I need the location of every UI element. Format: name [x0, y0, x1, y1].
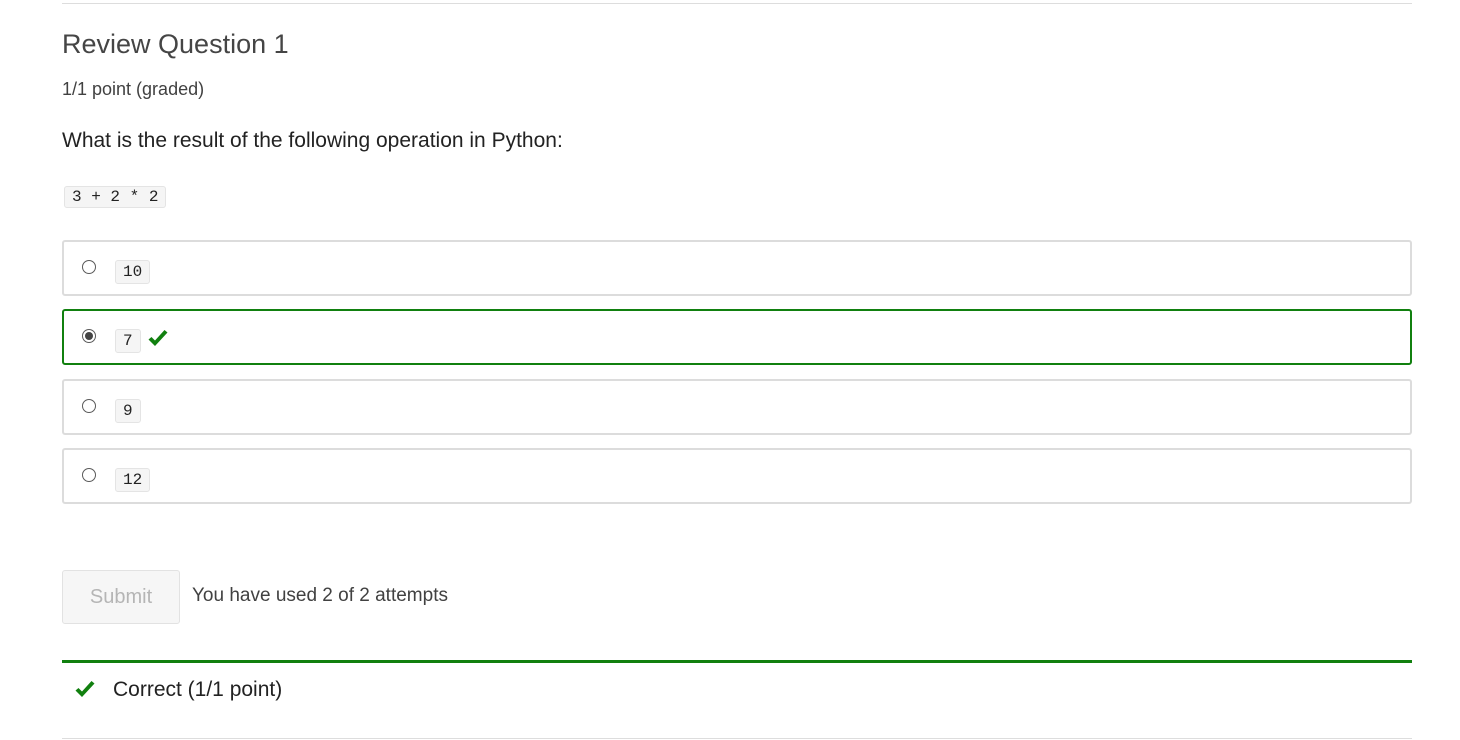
checkmark-icon: [75, 681, 95, 697]
result-status-bar: [62, 660, 1412, 663]
problem-title: Review Question 1: [62, 29, 289, 59]
submit-button[interactable]: Submit: [62, 570, 180, 624]
radio-button[interactable]: [82, 399, 96, 413]
choice-label: 12: [115, 468, 151, 492]
attempts-counter: You have used 2 of 2 attempts: [192, 585, 448, 606]
choice-label: 7: [115, 329, 141, 353]
expression-code: 3 + 2 * 2: [64, 186, 167, 208]
choice-option-12[interactable]: 12: [62, 448, 1412, 504]
points-status: 1/1 point (graded): [62, 79, 205, 99]
choice-label: 9: [115, 399, 141, 423]
checkmark-icon: [148, 330, 168, 346]
radio-button[interactable]: [82, 260, 96, 274]
top-divider: [62, 3, 1412, 4]
code-expression: 3 + 2 * 2: [64, 186, 167, 208]
radio-button[interactable]: [82, 468, 96, 482]
question-text: What is the result of the following oper…: [62, 129, 563, 152]
choice-option-10[interactable]: 10: [62, 240, 1412, 296]
choice-option-7[interactable]: 7: [62, 309, 1412, 365]
choice-option-9[interactable]: 9: [62, 379, 1412, 435]
choice-label: 10: [115, 260, 151, 284]
radio-button-selected[interactable]: [82, 329, 96, 343]
result-message: Correct (1/1 point): [113, 678, 283, 701]
bottom-divider: [62, 738, 1412, 739]
